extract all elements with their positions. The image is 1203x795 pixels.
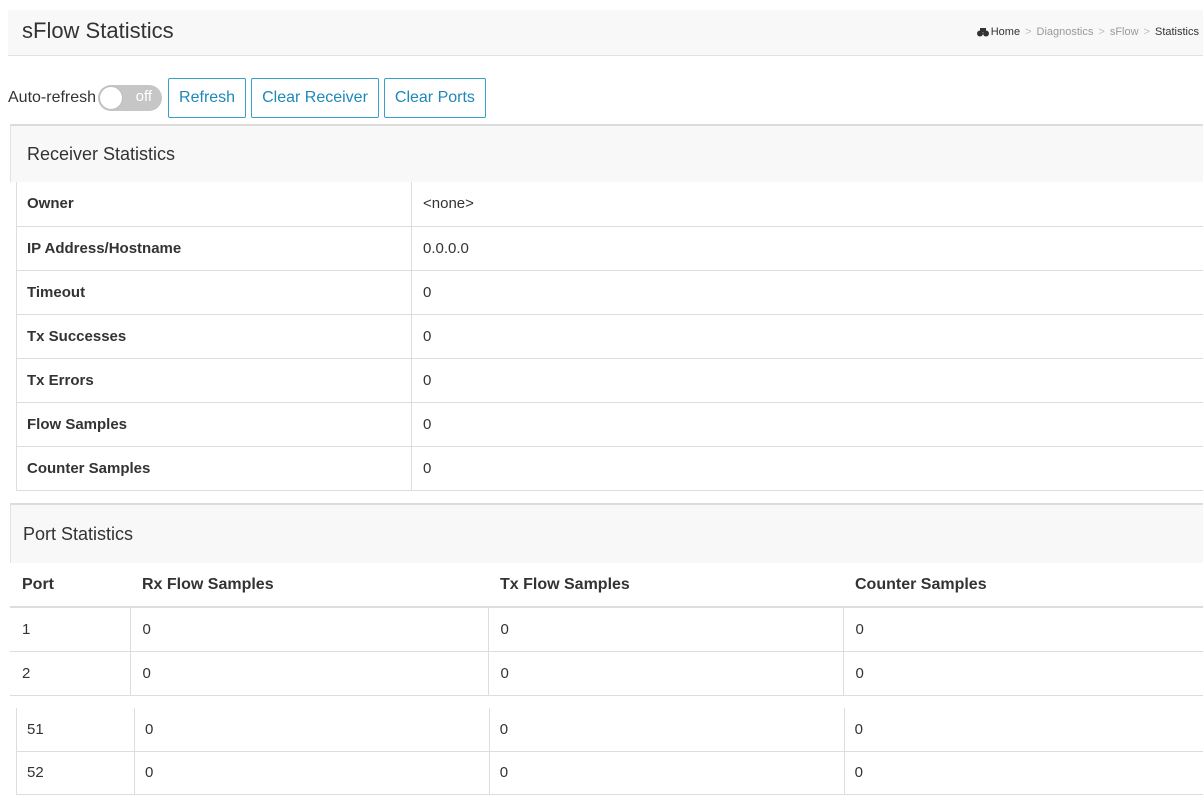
table-row: Tx Successes 0 [17, 314, 1203, 358]
cell-rx-flow-samples: 0 [134, 751, 489, 794]
breadcrumb-diagnostics[interactable]: Diagnostics [1037, 26, 1094, 38]
cell-tx-flow-samples: 0 [489, 751, 844, 794]
cell-rx-flow-samples: 0 [134, 708, 489, 751]
table-row: IP Address/Hostname 0.0.0.0 [17, 226, 1203, 270]
receiver-statistics-heading: Receiver Statistics [10, 124, 1203, 182]
table-row: Tx Errors 0 [17, 358, 1203, 402]
table-row: 1 0 0 0 [10, 607, 1203, 651]
cell-counter-samples: 0 [844, 708, 1203, 751]
column-header-counter-samples: Counter Samples [843, 563, 1203, 607]
row-key: Tx Errors [17, 358, 412, 402]
table-row: Counter Samples 0 [17, 446, 1203, 490]
cell-counter-samples: 0 [844, 751, 1203, 794]
row-key: Timeout [17, 270, 412, 314]
breadcrumb-home[interactable]: Home [991, 26, 1020, 38]
row-value: 0.0.0.0 [412, 226, 1203, 270]
toggle-knob [99, 86, 123, 110]
row-value: 0 [412, 446, 1203, 490]
cell-tx-flow-samples: 0 [488, 607, 843, 651]
table-row: 51 0 0 0 [17, 708, 1203, 751]
table-row: Flow Samples 0 [17, 402, 1203, 446]
table-header-row: Port Rx Flow Samples Tx Flow Samples Cou… [10, 563, 1203, 607]
cell-port: 1 [10, 607, 130, 651]
cell-rx-flow-samples: 0 [130, 651, 488, 695]
table-row: 2 0 0 0 [10, 651, 1203, 695]
row-value: <none> [412, 182, 1203, 226]
breadcrumb-separator: > [1025, 26, 1031, 38]
row-value: 0 [412, 402, 1203, 446]
row-key: IP Address/Hostname [17, 226, 412, 270]
breadcrumb-sflow[interactable]: sFlow [1110, 26, 1139, 38]
row-key: Owner [17, 182, 412, 226]
breadcrumb-statistics: Statistics [1155, 26, 1199, 38]
row-value: 0 [412, 314, 1203, 358]
row-key: Counter Samples [17, 446, 412, 490]
row-key: Flow Samples [17, 402, 412, 446]
port-statistics-heading: Port Statistics [10, 503, 1203, 563]
row-value: 0 [412, 358, 1203, 402]
column-header-tx-flow-samples: Tx Flow Samples [488, 563, 843, 607]
breadcrumb: Home > Diagnostics > sFlow > Statistics [977, 26, 1199, 38]
page-header: sFlow Statistics Home > Diagnostics > sF… [8, 10, 1203, 56]
cell-counter-samples: 0 [843, 607, 1203, 651]
toolbar: Auto-refresh off Refresh Clear Receiver … [8, 78, 608, 118]
breadcrumb-separator: > [1098, 26, 1104, 38]
clear-receiver-button[interactable]: Clear Receiver [251, 78, 379, 118]
table-row: 52 0 0 0 [17, 751, 1203, 794]
auto-refresh-toggle[interactable]: off [98, 85, 162, 111]
cell-port: 2 [10, 651, 130, 695]
table-row: Timeout 0 [17, 270, 1203, 314]
refresh-button[interactable]: Refresh [168, 78, 246, 118]
clear-ports-button[interactable]: Clear Ports [384, 78, 486, 118]
cell-rx-flow-samples: 0 [130, 607, 488, 651]
cell-port: 52 [17, 751, 135, 794]
cell-tx-flow-samples: 0 [489, 708, 844, 751]
column-header-rx-flow-samples: Rx Flow Samples [130, 563, 488, 607]
auto-refresh-label: Auto-refresh [8, 89, 96, 107]
page-title: sFlow Statistics [22, 18, 174, 44]
table-row: Owner <none> [17, 182, 1203, 226]
column-header-port: Port [10, 563, 130, 607]
cell-tx-flow-samples: 0 [488, 651, 843, 695]
row-key: Tx Successes [17, 314, 412, 358]
home-icon [977, 27, 989, 37]
toggle-state-text: off [136, 88, 152, 105]
port-statistics-table: Port Rx Flow Samples Tx Flow Samples Cou… [10, 563, 1203, 696]
cell-port: 51 [17, 708, 135, 751]
cell-counter-samples: 0 [843, 651, 1203, 695]
row-value: 0 [412, 270, 1203, 314]
port-statistics-table-tail: 51 0 0 0 52 0 0 0 [16, 708, 1203, 795]
receiver-statistics-table: Owner <none> IP Address/Hostname 0.0.0.0… [16, 182, 1203, 491]
breadcrumb-separator: > [1144, 26, 1150, 38]
